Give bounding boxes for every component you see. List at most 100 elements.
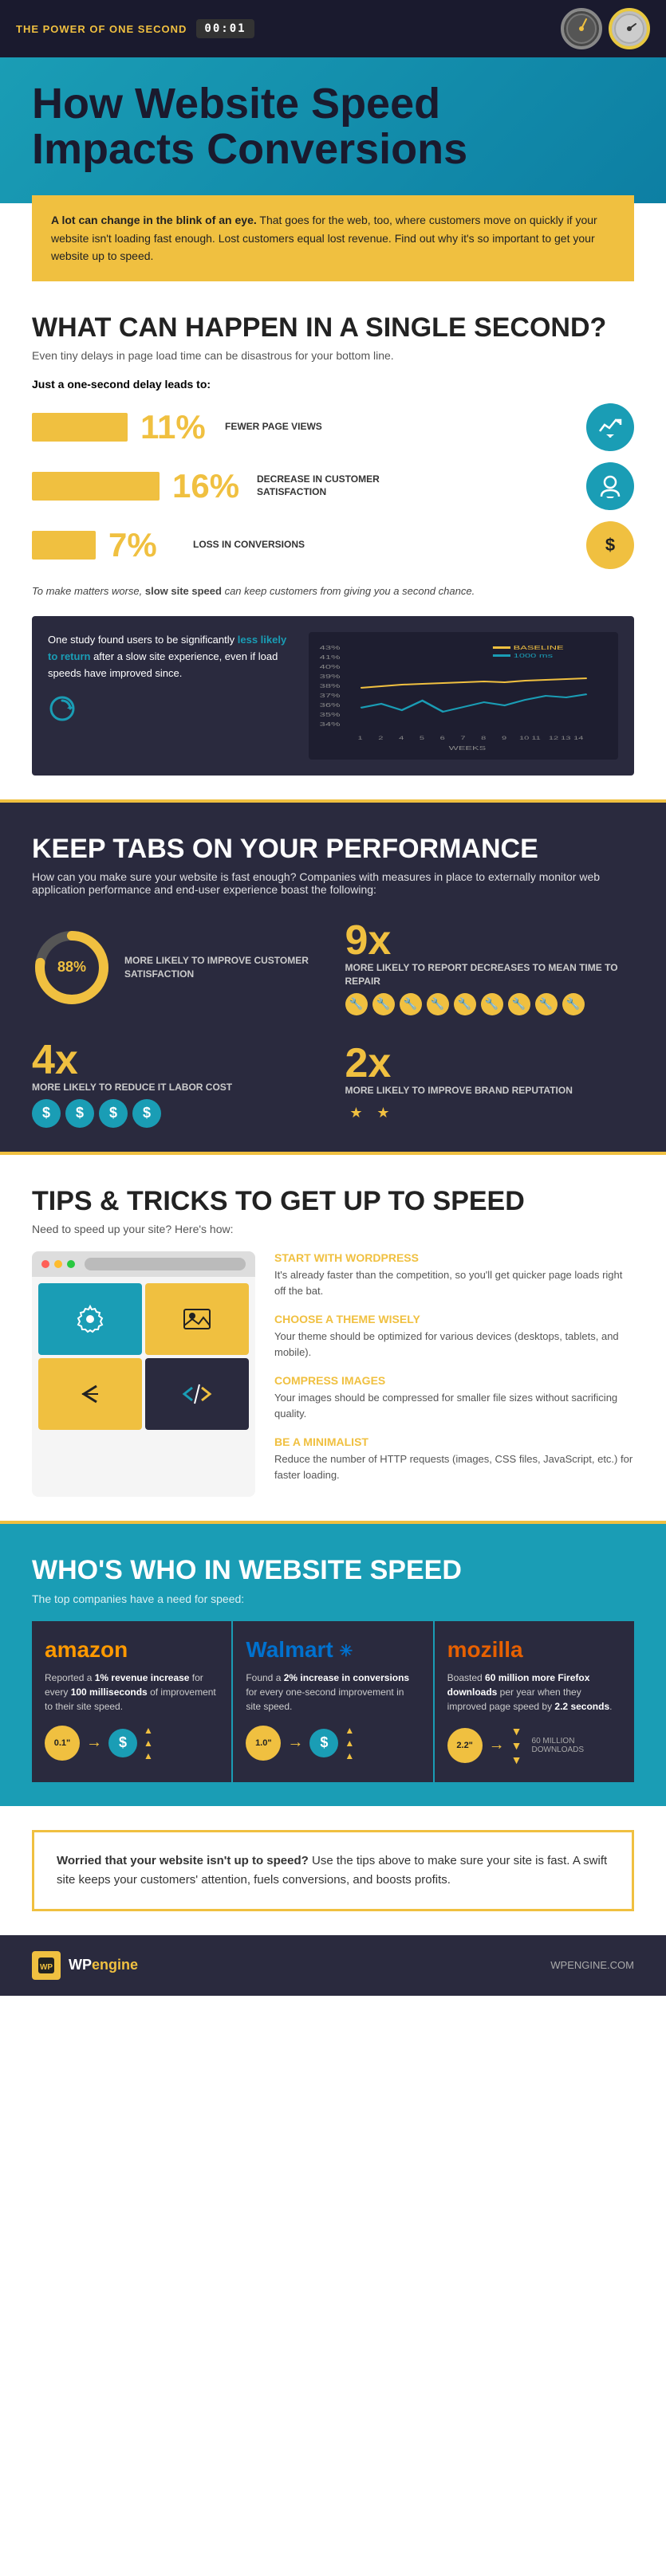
dollar-icon-2: $ (65, 1099, 94, 1128)
perf-item-88: 88% MORE LIKELY TO IMPROVE CUSTOMER SATI… (32, 920, 321, 1015)
perf-item-4x: 4x MORE LIKELY TO REDUCE IT LABOR COST $… (32, 1039, 321, 1128)
stat-bar-1 (32, 472, 160, 501)
footer-cta-text: Worried that your website isn't up to sp… (57, 1852, 609, 1890)
header-bar: THE POWER OF ONE SECOND 00:01 (0, 0, 666, 57)
study-box: One study found users to be significantl… (32, 616, 634, 776)
dollar-icon-walmart: $ (309, 1729, 338, 1757)
dollar-icon-4: $ (132, 1099, 161, 1128)
perf-item-9x: 9x MORE LIKELY TO REPORT DECREASES TO ME… (345, 920, 635, 1015)
gauge-slow (609, 8, 650, 49)
browser-tile-arrow-left (38, 1358, 142, 1430)
company-desc-mozilla: Boasted 60 million more Firefox download… (447, 1671, 621, 1714)
tip-title-0: START WITH WORDPRESS (274, 1251, 634, 1264)
tips-list: START WITH WORDPRESS It's already faster… (274, 1251, 634, 1497)
tip-desc-3: Reduce the number of HTTP requests (imag… (274, 1451, 634, 1482)
wrench-icon-2: 🔧 (372, 993, 395, 1015)
dollar-icons: $ $ $ $ (32, 1099, 232, 1128)
study-chart: 43% 41% 40% 39% 38% 37% 36% 35% 34% 1 2 … (309, 632, 618, 760)
company-stats-walmart: 1.0" → $ ▲ ▲ ▲ (246, 1725, 420, 1761)
single-second-intro: Just a one-second delay leads to: (32, 378, 634, 391)
star-icons: ★ ★ (345, 1102, 573, 1125)
company-desc-walmart: Found a 2% increase in conversions for e… (246, 1671, 420, 1714)
svg-text:41%: 41% (319, 655, 340, 661)
svg-text:36%: 36% (319, 703, 340, 709)
company-grid: amazon Reported a 1% revenue increase fo… (32, 1621, 634, 1782)
perf-label-88: MORE LIKELY TO IMPROVE CUSTOMER SATISFAC… (124, 954, 321, 981)
study-text: One study found users to be significantl… (48, 632, 293, 760)
perf-num-2x: 2x (345, 1043, 573, 1084)
svg-text:WEEKS: WEEKS (448, 746, 486, 752)
tip-item-1: CHOOSE A THEME WISELY Your theme should … (274, 1313, 634, 1360)
performance-heading: KEEP TABS ON YOUR PERFORMANCE (32, 834, 634, 864)
tip-item-2: COMPRESS IMAGES Your images should be co… (274, 1374, 634, 1421)
browser-dot-green (67, 1260, 75, 1268)
tip-item-0: START WITH WORDPRESS It's already faster… (274, 1251, 634, 1298)
browser-tile-gear (38, 1283, 142, 1355)
stat-row-2: 7% LOSS IN CONVERSIONS $ (32, 521, 634, 569)
header-gauges (561, 8, 650, 49)
company-card-walmart: Walmart ✳ Found a 2% increase in convers… (233, 1621, 432, 1782)
wpengine-logo-icon: WP (32, 1951, 61, 1980)
perf-label-2x: MORE LIKELY TO IMPROVE BRAND REPUTATION (345, 1084, 573, 1098)
whos-who-subtitle: The top companies have a need for speed: (32, 1592, 634, 1605)
hero-section: How Website Speed Impacts Conversions (0, 57, 666, 203)
footer-cta: Worried that your website isn't up to sp… (32, 1830, 634, 1911)
wrench-icon-7: 🔧 (508, 993, 530, 1015)
wrench-icon-4: 🔧 (427, 993, 449, 1015)
svg-text:40%: 40% (319, 665, 340, 670)
svg-text:8: 8 (481, 736, 486, 741)
stat-bubble-walmart: 1.0" (246, 1726, 281, 1761)
dollar-icon-1: $ (32, 1099, 61, 1128)
browser-url-bar (85, 1258, 246, 1270)
stat-label-2: LOSS IN CONVERSIONS (193, 539, 305, 552)
wrench-icons: 🔧 🔧 🔧 🔧 🔧 🔧 🔧 🔧 🔧 (345, 993, 635, 1015)
single-second-heading: WHAT CAN HAPPEN IN A SINGLE SECOND? (32, 313, 634, 343)
browser-bar (32, 1251, 255, 1277)
company-stats-mozilla: 2.2" → ▼ ▼ ▼ 60 MILLIONDOWNLOADS (447, 1725, 621, 1766)
stat-bubble-mozilla: 2.2" (447, 1728, 483, 1763)
svg-text:1000 ms: 1000 ms (513, 654, 552, 659)
arrow-icon-amazon: → (86, 1734, 102, 1752)
stat-icon-1 (586, 462, 634, 510)
performance-grid: 88% MORE LIKELY TO IMPROVE CUSTOMER SATI… (32, 920, 634, 1127)
stat-label-0: FEWER PAGE VIEWS (225, 421, 322, 434)
svg-text:43%: 43% (319, 646, 340, 651)
perf-num-9x: 9x (345, 920, 635, 961)
single-second-section: WHAT CAN HAPPEN IN A SINGLE SECOND? Even… (0, 281, 666, 799)
up-arrows-walmart: ▲ ▲ ▲ (345, 1725, 354, 1761)
company-card-amazon: amazon Reported a 1% revenue increase fo… (32, 1621, 231, 1782)
browser-dot-yellow (54, 1260, 62, 1268)
company-stats-amazon: 0.1" → $ ▲ ▲ ▲ (45, 1725, 219, 1761)
wrench-icon-1: 🔧 (345, 993, 368, 1015)
svg-text:34%: 34% (319, 722, 340, 728)
company-desc-amazon: Reported a 1% revenue increase for every… (45, 1671, 219, 1714)
download-arrows-mozilla: ▼ ▼ ▼ (511, 1725, 522, 1766)
browser-mockup (32, 1251, 255, 1497)
svg-text:10 11: 10 11 (519, 736, 541, 741)
intro-text: A lot can change in the blink of an eye.… (51, 211, 615, 265)
wrench-icon-8: 🔧 (535, 993, 558, 1015)
performance-section: KEEP TABS ON YOUR PERFORMANCE How can yo… (0, 803, 666, 1152)
footer: WP WPengine WPENGINE.COM (0, 1935, 666, 1996)
donut-chart: 88% (32, 928, 112, 1007)
tips-subtitle: Need to speed up your site? Here's how: (32, 1223, 634, 1235)
svg-text:7: 7 (460, 736, 465, 741)
up-arrows-amazon: ▲ ▲ ▲ (144, 1725, 153, 1761)
svg-text:35%: 35% (319, 713, 340, 718)
hero-heading: How Website Speed Impacts Conversions (32, 81, 634, 171)
performance-subtitle: How can you make sure your website is fa… (32, 870, 634, 896)
svg-text:4: 4 (399, 736, 404, 741)
tip-title-2: COMPRESS IMAGES (274, 1374, 634, 1387)
tip-desc-2: Your images should be compressed for sma… (274, 1390, 634, 1421)
intro-box: A lot can change in the blink of an eye.… (32, 195, 634, 281)
stat-row-0: 11% FEWER PAGE VIEWS (32, 403, 634, 451)
browser-tile-image (145, 1283, 249, 1355)
svg-text:5: 5 (420, 736, 424, 741)
svg-text:88%: 88% (57, 959, 86, 975)
company-name-walmart: Walmart ✳ (246, 1637, 420, 1663)
stat-bar-0 (32, 413, 128, 442)
wrench-icon-9: 🔧 (562, 993, 585, 1015)
svg-text:6: 6 (439, 736, 444, 741)
svg-text:BASELINE: BASELINE (513, 646, 563, 651)
stat-icon-0 (586, 403, 634, 451)
